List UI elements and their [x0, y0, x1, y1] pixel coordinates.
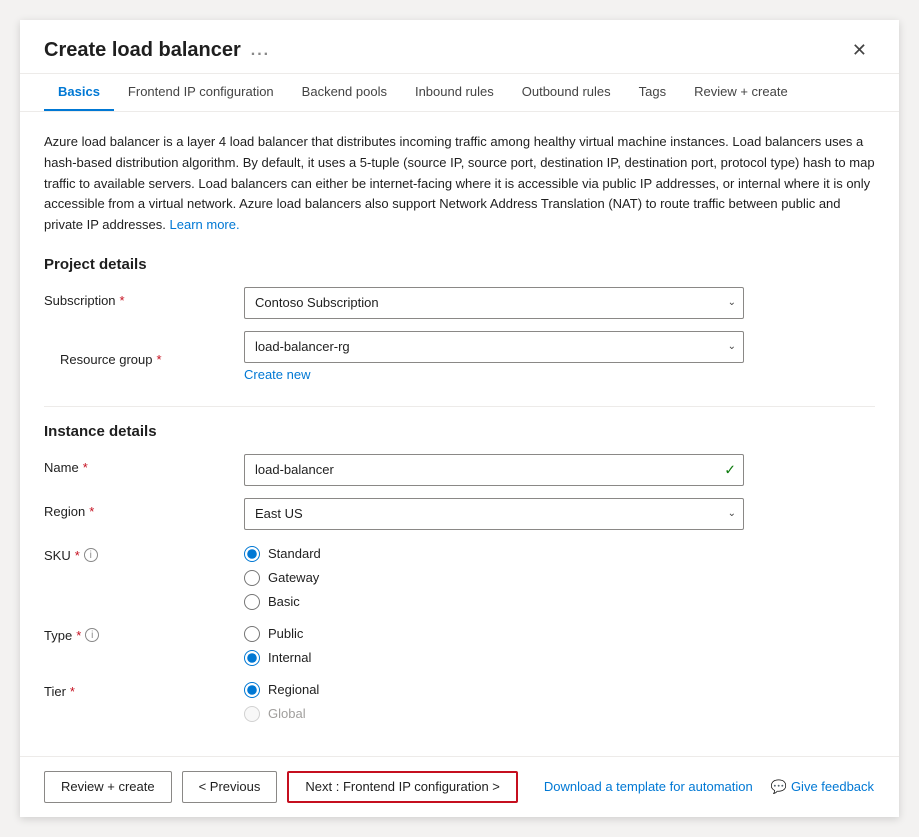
tier-global-option: Global [244, 706, 744, 722]
tier-row: Tier * Regional Global [44, 678, 875, 722]
region-required: * [89, 504, 94, 519]
type-public-option[interactable]: Public [244, 626, 744, 642]
sku-standard-radio[interactable] [244, 546, 260, 562]
dialog-title: Create load balancer ... [44, 39, 270, 62]
type-internal-radio[interactable] [244, 650, 260, 666]
name-check-icon: ✓ [724, 461, 736, 478]
content-area: Azure load balancer is a layer 4 load ba… [20, 112, 899, 756]
tab-tags[interactable]: Tags [625, 74, 680, 111]
sku-info-icon[interactable]: i [84, 548, 98, 562]
rg-required: * [157, 352, 162, 367]
tier-radio-group: Regional Global [244, 678, 744, 722]
dialog-header: Create load balancer ... ✕ [20, 20, 899, 74]
description-text: Azure load balancer is a layer 4 load ba… [44, 132, 875, 236]
sku-required: * [75, 548, 80, 563]
rg-indent: Resource group * [44, 331, 244, 382]
subscription-label: Subscription * [44, 287, 244, 308]
region-control: East US ⌄ [244, 498, 744, 530]
tab-bar: Basics Frontend IP configuration Backend… [20, 74, 899, 112]
resource-group-row: Resource group * load-balancer-rg ⌄ Crea… [44, 331, 875, 382]
type-row: Type * i Public Internal [44, 622, 875, 666]
tab-outbound-rules[interactable]: Outbound rules [508, 74, 625, 111]
type-internal-label: Internal [268, 650, 311, 665]
give-feedback-link[interactable]: 💬 Give feedback [771, 779, 874, 795]
project-details-title: Project details [44, 256, 875, 273]
sku-row: SKU * i Standard Gateway [44, 542, 875, 610]
type-public-label: Public [268, 626, 303, 641]
region-label: Region * [44, 498, 244, 519]
review-create-button[interactable]: Review + create [44, 771, 172, 803]
resource-group-select-wrapper: load-balancer-rg ⌄ [244, 331, 744, 363]
previous-button[interactable]: < Previous [182, 771, 278, 803]
sku-control: Standard Gateway Basic [244, 542, 744, 610]
create-load-balancer-dialog: Create load balancer ... ✕ Basics Fronte… [20, 20, 899, 817]
title-ellipsis: ... [251, 42, 270, 60]
subscription-control: Contoso Subscription ⌄ [244, 287, 744, 319]
project-details-section: Project details Subscription * Contoso S… [44, 256, 875, 382]
sku-basic-option[interactable]: Basic [244, 594, 744, 610]
sku-gateway-option[interactable]: Gateway [244, 570, 744, 586]
next-button[interactable]: Next : Frontend IP configuration > [287, 771, 518, 803]
sku-standard-option[interactable]: Standard [244, 546, 744, 562]
type-control: Public Internal [244, 622, 744, 666]
tab-basics[interactable]: Basics [44, 74, 114, 111]
tier-global-label: Global [268, 706, 306, 721]
region-select-wrapper: East US ⌄ [244, 498, 744, 530]
sku-label: SKU * i [44, 542, 244, 563]
name-input-wrapper: ✓ [244, 454, 744, 486]
tier-control: Regional Global [244, 678, 744, 722]
type-required: * [76, 628, 81, 643]
name-label: Name * [44, 454, 244, 475]
resource-group-select[interactable]: load-balancer-rg [244, 331, 744, 363]
type-radio-group: Public Internal [244, 622, 744, 666]
tab-review-create[interactable]: Review + create [680, 74, 802, 111]
sku-standard-label: Standard [268, 546, 321, 561]
name-row: Name * ✓ [44, 454, 875, 486]
tab-frontend-ip[interactable]: Frontend IP configuration [114, 74, 288, 111]
tier-global-radio [244, 706, 260, 722]
tier-regional-radio[interactable] [244, 682, 260, 698]
sku-basic-radio[interactable] [244, 594, 260, 610]
download-template-link[interactable]: Download a template for automation [544, 779, 753, 794]
create-new-link[interactable]: Create new [244, 367, 744, 382]
type-public-radio[interactable] [244, 626, 260, 642]
close-button[interactable]: ✕ [844, 36, 875, 65]
learn-more-link[interactable]: Learn more. [170, 217, 240, 232]
dialog-footer: Review + create < Previous Next : Fronte… [20, 756, 899, 817]
subscription-select[interactable]: Contoso Subscription [244, 287, 744, 319]
tier-required: * [70, 684, 75, 699]
tab-backend-pools[interactable]: Backend pools [288, 74, 401, 111]
sku-gateway-radio[interactable] [244, 570, 260, 586]
sku-basic-label: Basic [268, 594, 300, 609]
subscription-row: Subscription * Contoso Subscription ⌄ [44, 287, 875, 319]
sku-radio-group: Standard Gateway Basic [244, 542, 744, 610]
subscription-required: * [120, 293, 125, 308]
resource-group-label: Resource group * [60, 331, 260, 382]
name-control: ✓ [244, 454, 744, 486]
tier-regional-option[interactable]: Regional [244, 682, 744, 698]
resource-group-control: load-balancer-rg ⌄ Create new [244, 331, 744, 382]
type-info-icon[interactable]: i [85, 628, 99, 642]
tier-regional-label: Regional [268, 682, 319, 697]
instance-details-title: Instance details [44, 423, 875, 440]
section-divider [44, 406, 875, 407]
tier-label: Tier * [44, 678, 244, 699]
sku-gateway-label: Gateway [268, 570, 319, 585]
region-select[interactable]: East US [244, 498, 744, 530]
type-label: Type * i [44, 622, 244, 643]
type-internal-option[interactable]: Internal [244, 650, 744, 666]
subscription-select-wrapper: Contoso Subscription ⌄ [244, 287, 744, 319]
feedback-icon: 💬 [771, 779, 787, 795]
title-text: Create load balancer [44, 39, 241, 62]
name-required: * [83, 460, 88, 475]
tab-inbound-rules[interactable]: Inbound rules [401, 74, 508, 111]
name-input[interactable] [244, 454, 744, 486]
instance-details-section: Instance details Name * ✓ Region [44, 423, 875, 722]
region-row: Region * East US ⌄ [44, 498, 875, 530]
